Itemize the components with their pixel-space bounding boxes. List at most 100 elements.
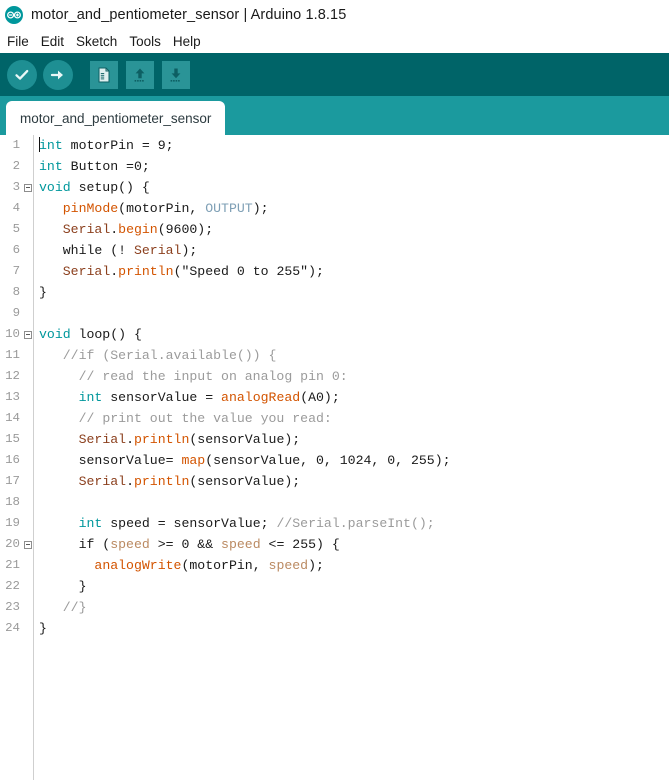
code-line[interactable]: 4 pinMode(motorPin, OUTPUT); — [0, 198, 669, 219]
code-token: int — [78, 516, 103, 531]
code-text[interactable]: int speed = sensorValue; //Serial.parseI… — [34, 513, 435, 534]
code-text[interactable]: Serial.println(sensorValue); — [34, 429, 301, 450]
code-token: } — [39, 285, 47, 300]
line-number: 12 — [5, 369, 20, 383]
code-text[interactable]: Serial.println(sensorValue); — [34, 471, 301, 492]
code-token: <= 255) { — [260, 537, 340, 552]
code-token: // print out the value you read: — [78, 411, 332, 426]
menu-bar: File Edit Sketch Tools Help — [0, 30, 669, 53]
code-token: void — [39, 180, 71, 195]
line-number: 1 — [12, 138, 20, 152]
code-line[interactable]: 18 — [0, 492, 669, 513]
code-text[interactable]: } — [34, 282, 47, 303]
code-token: speed — [268, 558, 309, 573]
code-text[interactable]: int Button =0; — [34, 156, 150, 177]
menu-item-edit[interactable]: Edit — [36, 33, 71, 51]
checkmark-icon — [7, 59, 37, 90]
tab-motor-and-pentiometer-sensor[interactable]: motor_and_pentiometer_sensor — [6, 101, 226, 135]
code-line[interactable]: 12 // read the input on analog pin 0: — [0, 366, 669, 387]
code-text[interactable]: } — [34, 618, 47, 639]
code-line[interactable]: 5 Serial.begin(9600); — [0, 219, 669, 240]
code-line[interactable]: 14 // print out the value you read: — [0, 408, 669, 429]
code-text[interactable]: } — [34, 576, 87, 597]
code-text[interactable]: analogWrite(motorPin, speed); — [34, 555, 324, 576]
line-number: 9 — [12, 306, 20, 320]
code-token: (A0); — [300, 390, 340, 405]
code-line[interactable]: 17 Serial.println(sensorValue); — [0, 471, 669, 492]
code-text[interactable]: //if (Serial.available()) { — [34, 345, 277, 366]
code-token: setup() { — [70, 180, 150, 195]
code-text[interactable]: sensorValue= map(sensorValue, 0, 1024, 0… — [34, 450, 451, 471]
menu-item-tools[interactable]: Tools — [124, 33, 168, 51]
code-token: (9600); — [157, 222, 214, 237]
code-text[interactable]: // read the input on analog pin 0: — [34, 366, 348, 387]
save-button[interactable] — [160, 59, 192, 91]
code-token: speed — [110, 537, 150, 552]
toolbar — [0, 53, 669, 96]
line-number: 7 — [12, 264, 20, 278]
code-line[interactable]: 24} — [0, 618, 669, 639]
code-editor[interactable]: 1 int motorPin = 9; 2 int Button =0; 3 void s… — [0, 135, 669, 780]
code-token: println — [133, 474, 190, 489]
code-token: if ( — [39, 537, 111, 552]
code-text[interactable]: pinMode(motorPin, OUTPUT); — [34, 198, 269, 219]
code-text[interactable]: int motorPin = 9; — [34, 135, 174, 156]
fold-toggle-icon[interactable] — [22, 183, 33, 192]
code-token: int — [78, 390, 103, 405]
code-token: ("Speed 0 to 255"); — [173, 264, 324, 279]
line-number: 21 — [5, 558, 20, 572]
code-token: while (! — [39, 243, 134, 258]
code-line[interactable]: 10 void loop() { — [0, 324, 669, 345]
code-line[interactable]: 8} — [0, 282, 669, 303]
open-button[interactable] — [124, 59, 156, 91]
code-line[interactable]: 2 int Button =0; — [0, 156, 669, 177]
code-line[interactable]: 19 int speed = sensorValue; //Serial.par… — [0, 513, 669, 534]
code-line[interactable]: 1 int motorPin = 9; — [0, 135, 669, 156]
code-token: Serial — [78, 474, 127, 489]
menu-item-file[interactable]: File — [2, 33, 36, 51]
code-text[interactable]: int sensorValue = analogRead(A0); — [34, 387, 340, 408]
code-line[interactable]: 15 Serial.println(sensorValue); — [0, 429, 669, 450]
code-line[interactable]: 16 sensorValue= map(sensorValue, 0, 1024… — [0, 450, 669, 471]
code-text[interactable]: //} — [34, 597, 87, 618]
line-number: 20 — [5, 537, 20, 551]
code-token: ); — [308, 558, 324, 573]
menu-item-sketch[interactable]: Sketch — [71, 33, 124, 51]
code-line[interactable]: 9 — [0, 303, 669, 324]
code-line[interactable]: 3 void setup() { — [0, 177, 669, 198]
code-token: int — [39, 159, 63, 174]
new-button[interactable] — [88, 59, 120, 91]
code-content[interactable]: 1 int motorPin = 9; 2 int Button =0; 3 void s… — [0, 135, 669, 639]
code-line[interactable]: 13 int sensorValue = analogRead(A0); — [0, 387, 669, 408]
code-line[interactable]: 11 //if (Serial.available()) { — [0, 345, 669, 366]
code-token: speed — [221, 537, 261, 552]
code-text[interactable]: if (speed >= 0 && speed <= 255) { — [34, 534, 340, 555]
code-line[interactable]: 6 while (! Serial); — [0, 240, 669, 261]
code-text[interactable]: Serial.begin(9600); — [34, 219, 213, 240]
code-text[interactable]: void setup() { — [34, 177, 150, 198]
line-number: 16 — [5, 453, 20, 467]
line-number: 13 — [5, 390, 20, 404]
upload-button[interactable] — [42, 59, 74, 91]
code-text[interactable]: void loop() { — [34, 324, 142, 345]
code-line[interactable]: 7 Serial.println("Speed 0 to 255"); — [0, 261, 669, 282]
verify-button[interactable] — [6, 59, 38, 91]
fold-toggle-icon[interactable] — [22, 330, 33, 339]
line-number: 6 — [12, 243, 20, 257]
code-token: loop() { — [70, 327, 142, 342]
code-text[interactable]: while (! Serial); — [34, 240, 198, 261]
code-text[interactable]: // print out the value you read: — [34, 408, 332, 429]
code-line[interactable]: 21 analogWrite(motorPin, speed); — [0, 555, 669, 576]
line-number: 2 — [12, 159, 20, 173]
code-line[interactable]: 20 if (speed >= 0 && speed <= 255) { — [0, 534, 669, 555]
code-line[interactable]: 22 } — [0, 576, 669, 597]
code-line[interactable]: 23 //} — [0, 597, 669, 618]
fold-toggle-icon[interactable] — [22, 540, 33, 549]
code-token: Serial — [78, 432, 127, 447]
code-text[interactable]: Serial.println("Speed 0 to 255"); — [34, 261, 324, 282]
menu-item-help[interactable]: Help — [168, 33, 208, 51]
code-token: Serial — [62, 264, 111, 279]
code-token: motorPin = 9; — [62, 138, 174, 153]
